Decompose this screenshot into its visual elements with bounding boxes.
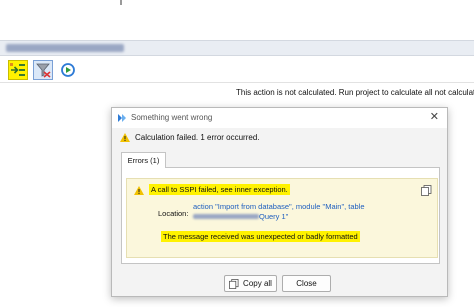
copy-all-button[interactable]: Copy all: [224, 275, 277, 292]
error-summary: Calculation failed. 1 error occurred.: [135, 133, 260, 142]
dialog-close-button[interactable]: ✕: [430, 111, 439, 123]
location-label: Location:: [158, 209, 189, 218]
location-link-continued[interactable]: Query 1": [259, 212, 288, 221]
app-logo-icon: [118, 114, 126, 122]
warning-icon: [134, 186, 144, 195]
tab-errors[interactable]: Errors (1): [121, 152, 166, 168]
filter-button[interactable]: [33, 60, 53, 80]
window-titlebar: [0, 40, 474, 56]
redacted-location: [193, 214, 259, 219]
status-message: This action is not calculated. Run proje…: [236, 88, 474, 97]
run-button[interactable]: [58, 60, 78, 80]
error-dialog: Something went wrong ✕ Calculation faile…: [111, 107, 448, 297]
copy-icon[interactable]: [421, 185, 432, 196]
close-label: Close: [296, 279, 317, 288]
close-button[interactable]: Close: [282, 275, 331, 292]
errors-panel: A call to SSPI failed, see inner excepti…: [121, 167, 440, 264]
summary-row: Calculation failed. 1 error occurred.: [120, 133, 260, 142]
redacted-title: [6, 44, 124, 52]
location-link[interactable]: action "Import from database", module "M…: [193, 202, 365, 211]
top-tick-mark: [120, 0, 122, 5]
error-message: The message received was unexpected or b…: [161, 231, 360, 242]
top-blank-area: [0, 0, 474, 40]
dialog-title: Something went wrong: [131, 113, 213, 122]
toolbar: [0, 57, 474, 83]
run-icon: [61, 63, 75, 77]
calculate-icon: [10, 63, 25, 76]
filter-icon: [36, 63, 51, 78]
calculate-button[interactable]: [8, 60, 28, 80]
error-title: A call to SSPI failed, see inner excepti…: [149, 184, 290, 195]
warning-icon: [120, 133, 130, 142]
copy-all-label: Copy all: [243, 279, 272, 288]
copy-icon: [229, 278, 239, 289]
dialog-titlebar: Something went wrong ✕: [112, 108, 447, 128]
error-entry: A call to SSPI failed, see inner excepti…: [126, 178, 438, 258]
